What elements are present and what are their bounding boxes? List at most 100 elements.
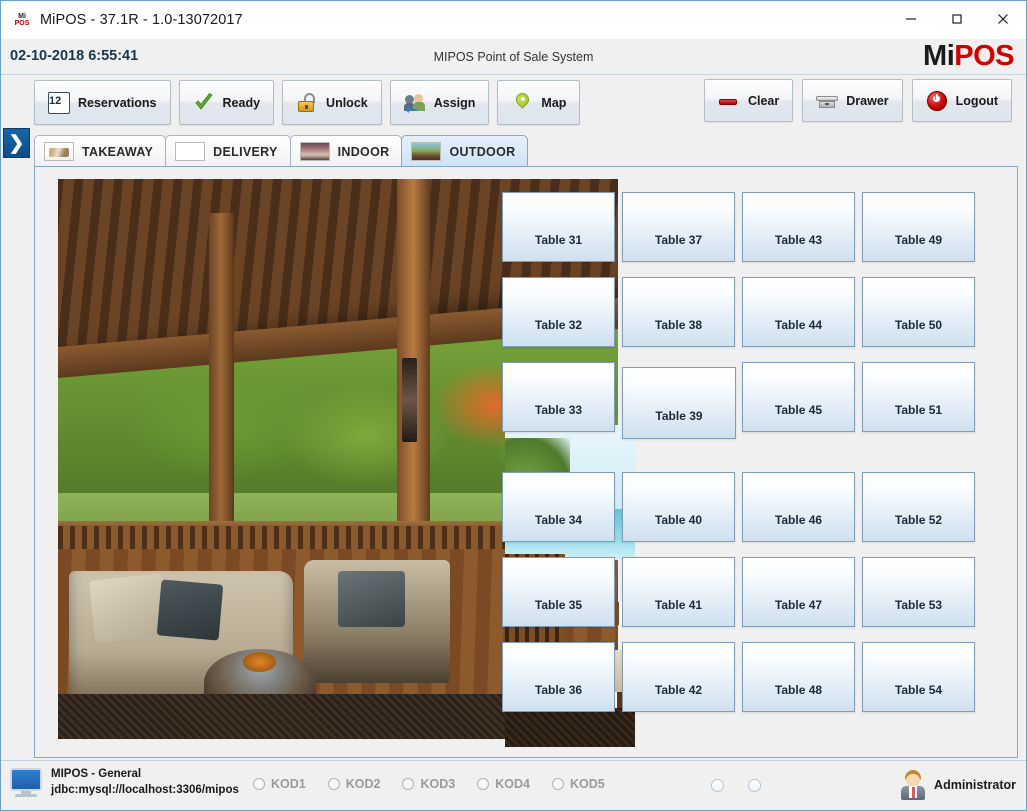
table-button-label: Table 33 bbox=[534, 403, 583, 417]
expand-panel-arrow-button[interactable]: ❯ bbox=[3, 128, 30, 158]
table-button-table-33[interactable]: Table 33 bbox=[502, 362, 615, 432]
section-tabs: TAKEAWAY DELIVERY INDOOR OUTDOOR bbox=[34, 133, 1018, 167]
drawer-button[interactable]: Drawer bbox=[802, 79, 903, 122]
user-avatar-icon bbox=[899, 770, 927, 800]
logo-pos: POS bbox=[954, 40, 1014, 72]
toolbar-left-group: 12 Reservations Ready Unlock Assign Map bbox=[34, 80, 581, 125]
map-button[interactable]: Map bbox=[497, 80, 581, 125]
monitor-icon bbox=[9, 767, 43, 798]
table-button-table-41[interactable]: Table 41 bbox=[622, 557, 735, 627]
delivery-thumb-icon bbox=[175, 142, 206, 161]
kod-option-4[interactable]: KOD4 bbox=[477, 777, 530, 791]
kod-option-3[interactable]: KOD3 bbox=[402, 777, 455, 791]
table-button-table-48[interactable]: Table 48 bbox=[742, 642, 855, 712]
table-button-table-40[interactable]: Table 40 bbox=[622, 472, 735, 542]
table-button-table-34[interactable]: Table 34 bbox=[502, 472, 615, 542]
reservations-label: Reservations bbox=[78, 95, 157, 110]
indicator-2[interactable] bbox=[748, 779, 761, 792]
kod-option-5[interactable]: KOD5 bbox=[551, 777, 605, 791]
table-button-table-49[interactable]: Table 49 bbox=[862, 192, 975, 262]
table-button-table-37[interactable]: Table 37 bbox=[622, 192, 735, 262]
table-button-table-31[interactable]: Table 31 bbox=[502, 192, 615, 262]
database-url: jdbc:mysql://localhost:3306/mipos bbox=[51, 783, 239, 796]
logo-mi: Mi bbox=[923, 40, 955, 72]
ready-button[interactable]: Ready bbox=[178, 80, 275, 125]
table-button-table-47[interactable]: Table 47 bbox=[742, 557, 855, 627]
table-button-label: Table 45 bbox=[774, 403, 823, 417]
floor-plan-canvas: Table 31 Table 32 Table 33 Table 34 Table 35… bbox=[57, 175, 997, 747]
kod-label-3: KOD3 bbox=[420, 777, 456, 791]
indicator-1[interactable] bbox=[711, 779, 724, 792]
clear-button[interactable]: Clear bbox=[703, 79, 794, 122]
table-button-table-53[interactable]: Table 53 bbox=[862, 557, 975, 627]
table-button-label: Table 48 bbox=[774, 683, 823, 697]
table-button-table-36[interactable]: Table 36 bbox=[502, 642, 615, 712]
table-button-label: Table 34 bbox=[534, 513, 583, 527]
tab-takeaway[interactable]: TAKEAWAY bbox=[34, 135, 167, 167]
unlock-button[interactable]: Unlock bbox=[282, 80, 382, 125]
kod-option-1[interactable]: KOD1 bbox=[253, 777, 306, 791]
table-button-table-42[interactable]: Table 42 bbox=[622, 642, 735, 712]
toolbar-right-group: Clear Drawer Logout bbox=[703, 79, 1012, 122]
table-button-label: Table 51 bbox=[894, 403, 943, 417]
main-toolbar: 12 Reservations Ready Unlock Assign Map … bbox=[1, 76, 1026, 129]
logout-button[interactable]: Logout bbox=[911, 79, 1012, 122]
window-title: MiPOS - 37.1R - 1.0-13072017 bbox=[40, 12, 243, 28]
drawer-label: Drawer bbox=[846, 93, 889, 108]
radio-icon[interactable] bbox=[327, 778, 340, 790]
table-button-label: Table 38 bbox=[654, 318, 703, 332]
green-check-icon bbox=[193, 92, 215, 114]
tab-outdoor-label: OUTDOOR bbox=[449, 144, 516, 159]
current-user[interactable]: Administrator bbox=[899, 770, 1016, 800]
cash-drawer-icon bbox=[816, 90, 839, 112]
table-button-label: Table 42 bbox=[654, 683, 703, 697]
extra-indicator-group bbox=[711, 779, 761, 792]
kod-option-2[interactable]: KOD2 bbox=[327, 777, 380, 791]
table-button-table-35[interactable]: Table 35 bbox=[502, 557, 615, 627]
assign-button[interactable]: Assign bbox=[389, 80, 490, 125]
tab-delivery-label: DELIVERY bbox=[213, 144, 278, 159]
tab-outdoor[interactable]: OUTDOOR bbox=[401, 135, 529, 167]
table-button-table-46[interactable]: Table 46 bbox=[742, 472, 855, 542]
map-label: Map bbox=[541, 95, 567, 110]
table-button-label: Table 47 bbox=[774, 598, 823, 612]
system-title: MIPOS Point of Sale System bbox=[433, 50, 594, 64]
table-button-label: Table 46 bbox=[774, 513, 823, 527]
table-button-table-32[interactable]: Table 32 bbox=[502, 277, 615, 347]
table-button-table-54[interactable]: Table 54 bbox=[862, 642, 975, 712]
tab-delivery[interactable]: DELIVERY bbox=[165, 135, 291, 167]
table-button-table-45[interactable]: Table 45 bbox=[742, 362, 855, 432]
tab-indoor-label: INDOOR bbox=[337, 144, 390, 159]
indoor-thumb-icon bbox=[299, 142, 330, 161]
assign-label: Assign bbox=[433, 95, 476, 110]
map-pin-icon bbox=[511, 89, 533, 114]
table-button-table-50[interactable]: Table 50 bbox=[862, 277, 975, 347]
kod-label-5: KOD5 bbox=[569, 777, 605, 791]
tab-indoor[interactable]: INDOOR bbox=[289, 135, 403, 167]
table-button-label: Table 41 bbox=[654, 598, 703, 612]
mipos-application-window: Mi POS MiPOS - 37.1R - 1.0-13072017 02-10… bbox=[0, 0, 1027, 811]
radio-icon[interactable] bbox=[402, 778, 415, 790]
table-button-label: Table 39 bbox=[655, 409, 703, 423]
radio-icon[interactable] bbox=[477, 778, 490, 790]
kod-label-4: KOD4 bbox=[495, 777, 530, 791]
power-icon bbox=[926, 90, 948, 112]
padlock-icon bbox=[296, 92, 318, 114]
minimize-button[interactable] bbox=[888, 1, 934, 37]
close-button[interactable] bbox=[980, 1, 1026, 37]
table-button-table-39[interactable]: Table 39 bbox=[622, 367, 736, 439]
table-button-table-51[interactable]: Table 51 bbox=[862, 362, 975, 432]
reservations-button[interactable]: 12 Reservations bbox=[34, 80, 171, 125]
table-button-table-38[interactable]: Table 38 bbox=[622, 277, 735, 347]
radio-icon[interactable] bbox=[253, 778, 265, 790]
maximize-button[interactable] bbox=[934, 1, 980, 37]
table-button-table-52[interactable]: Table 52 bbox=[862, 472, 975, 542]
tab-takeaway-label: TAKEAWAY bbox=[82, 144, 154, 159]
table-button-table-44[interactable]: Table 44 bbox=[742, 277, 855, 347]
table-button-label: Table 35 bbox=[534, 598, 583, 612]
radio-icon[interactable] bbox=[551, 778, 564, 790]
status-bar: MIPOS - General jdbc:mysql://localhost:3… bbox=[1, 760, 1026, 810]
calendar-day: 12 bbox=[49, 94, 62, 107]
floor-plan-panel: Table 31 Table 32 Table 33 Table 34 Table 35… bbox=[34, 166, 1018, 758]
table-button-table-43[interactable]: Table 43 bbox=[742, 192, 855, 262]
